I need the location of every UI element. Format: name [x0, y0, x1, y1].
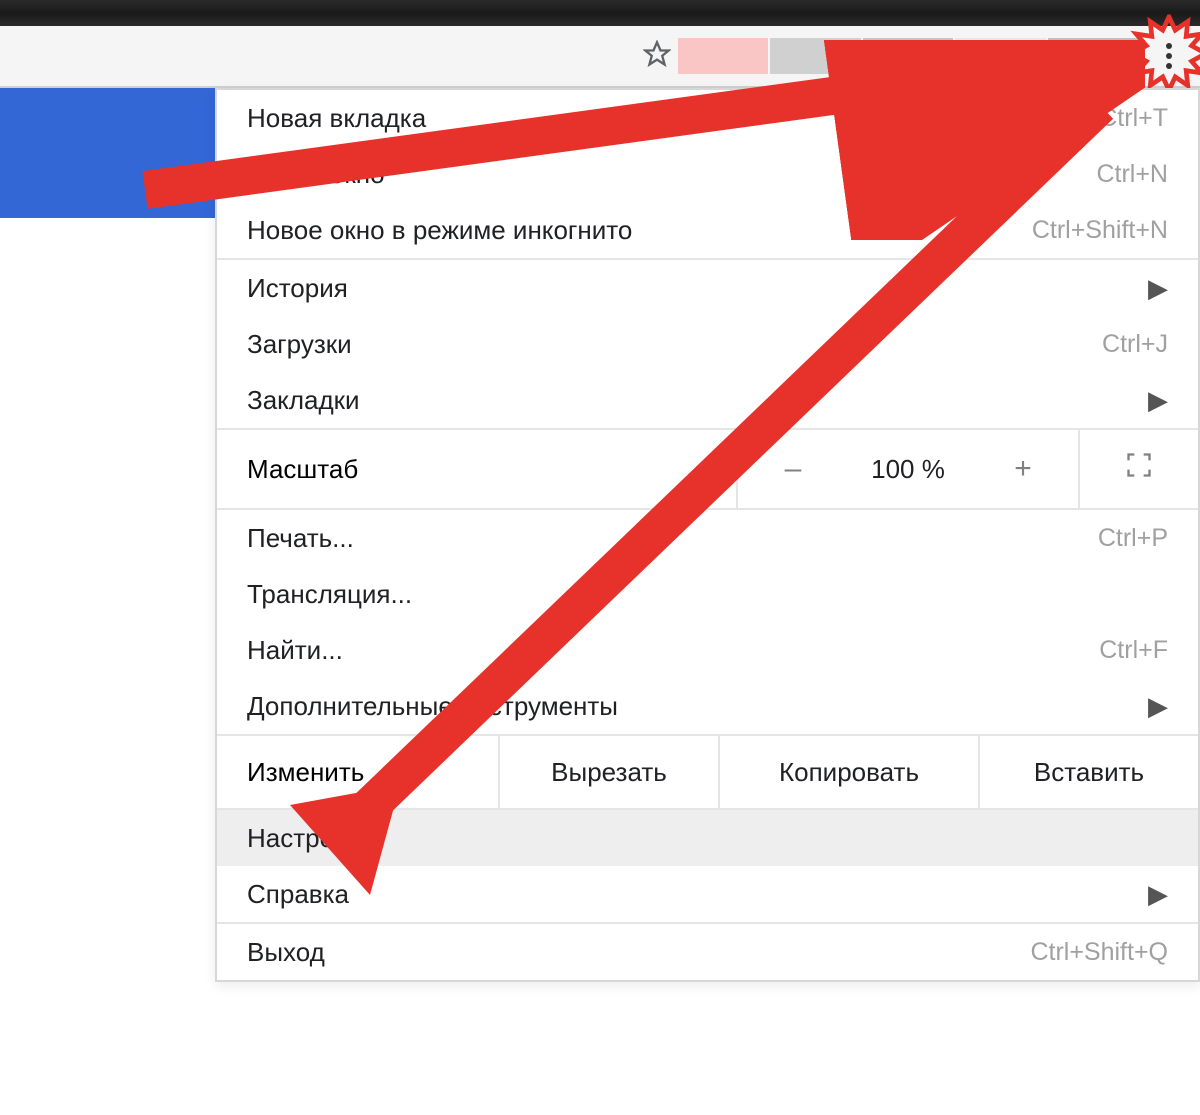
zoom-label: Масштаб — [247, 454, 736, 485]
menu-item-label: История — [247, 273, 1148, 304]
menu-find[interactable]: Найти... Ctrl+F — [217, 622, 1198, 678]
menu-item-label: Дополнительные инструменты — [247, 691, 1148, 722]
menu-item-label: Выход — [247, 937, 1030, 968]
menu-item-label: Новое окно — [247, 159, 1096, 190]
sidebar-header — [0, 88, 215, 218]
menu-bookmarks[interactable]: Закладки ▶ — [217, 372, 1198, 428]
menu-item-label: Новое окно в режиме инкогнито — [247, 215, 1032, 246]
star-icon — [643, 40, 671, 73]
edit-label: Изменить — [217, 736, 498, 808]
shortcut-label: Ctrl+T — [1099, 104, 1168, 133]
shortcut-label: Ctrl+Shift+N — [1032, 216, 1168, 245]
menu-new-tab[interactable]: Новая вкладка Ctrl+T — [217, 90, 1198, 146]
paste-button[interactable]: Вставить — [978, 736, 1198, 808]
menu-item-label: Трансляция... — [247, 579, 1168, 610]
menu-exit[interactable]: Выход Ctrl+Shift+Q — [217, 924, 1198, 980]
zoom-in-button[interactable]: + — [968, 452, 1078, 486]
kebab-icon — [1166, 43, 1172, 69]
menu-print[interactable]: Печать... Ctrl+P — [217, 510, 1198, 566]
shortcut-label: Ctrl+J — [1102, 330, 1168, 359]
zoom-out-button[interactable]: – — [738, 452, 848, 486]
menu-zoom: Масштаб – 100 % + — [217, 430, 1198, 508]
menu-item-label: Найти... — [247, 635, 1099, 666]
menu-item-label: Загрузки — [247, 329, 1102, 360]
menu-item-label: Новая вкладка — [247, 103, 1099, 134]
menu-item-label: Закладки — [247, 385, 1148, 416]
shortcut-label: Ctrl+P — [1098, 524, 1168, 553]
menu-edit-row: Изменить Вырезать Копировать Вставить — [217, 736, 1198, 808]
menu-settings[interactable]: Настройки — [217, 810, 1198, 866]
menu-downloads[interactable]: Загрузки Ctrl+J — [217, 316, 1198, 372]
bookmark-star-button[interactable] — [636, 40, 678, 73]
menu-item-label: Настройки — [247, 823, 1168, 854]
shortcut-label: Ctrl+Shift+Q — [1030, 938, 1168, 967]
menu-more-tools[interactable]: Дополнительные инструменты ▶ — [217, 678, 1198, 734]
paste-label: Вставить — [1034, 757, 1144, 788]
fullscreen-icon — [1125, 451, 1153, 487]
menu-new-window[interactable]: Новое окно Ctrl+N — [217, 146, 1198, 202]
menu-help[interactable]: Справка ▶ — [217, 866, 1198, 922]
sidebar — [0, 88, 215, 1115]
menu-item-label: Печать... — [247, 523, 1098, 554]
zoom-value: 100 % — [848, 454, 968, 485]
submenu-arrow-icon: ▶ — [1148, 691, 1168, 722]
submenu-arrow-icon: ▶ — [1148, 879, 1168, 910]
copy-button[interactable]: Копировать — [718, 736, 978, 808]
extensions-area — [678, 38, 1138, 74]
menu-history[interactable]: История ▶ — [217, 260, 1198, 316]
chrome-menu-button[interactable] — [1138, 30, 1200, 82]
os-taskbar — [0, 0, 1200, 26]
shortcut-label: Ctrl+N — [1096, 160, 1168, 189]
fullscreen-button[interactable] — [1078, 430, 1198, 508]
menu-cast[interactable]: Трансляция... — [217, 566, 1198, 622]
submenu-arrow-icon: ▶ — [1148, 385, 1168, 416]
annotation-highlight-starburst — [1130, 15, 1200, 98]
cut-label: Вырезать — [551, 757, 667, 788]
submenu-arrow-icon: ▶ — [1148, 273, 1168, 304]
menu-incognito[interactable]: Новое окно в режиме инкогнито Ctrl+Shift… — [217, 202, 1198, 258]
shortcut-label: Ctrl+F — [1099, 636, 1168, 665]
chrome-menu-dropdown: Новая вкладка Ctrl+T Новое окно Ctrl+N Н… — [215, 88, 1200, 982]
copy-label: Копировать — [779, 757, 919, 788]
browser-toolbar — [0, 26, 1200, 88]
menu-item-label: Справка — [247, 879, 1148, 910]
cut-button[interactable]: Вырезать — [498, 736, 718, 808]
